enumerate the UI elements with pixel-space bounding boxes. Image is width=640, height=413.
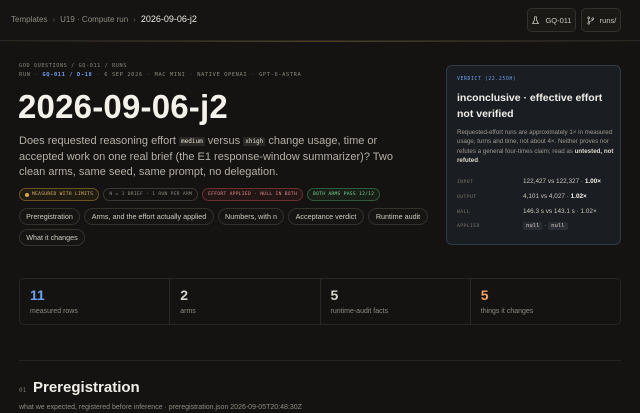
stat-measured-rows: 11 measured rows [20,279,171,324]
run-backend: NATIVE OPENAI [197,72,248,78]
nav-preregistration[interactable]: Preregistration [19,208,80,225]
stat-value: 11 [30,287,45,303]
stat-label: things it changes [480,308,534,315]
nav-numbers[interactable]: Numbers, with n [218,208,284,225]
status-dot-icon [25,192,29,197]
verdict-card: VERDICT (22.25OH) inconclusive · effecti… [446,65,621,245]
badge-sample-size: N = 1 BRIEF · 1 RUN PER ARM [103,188,199,201]
verdict-headline: inconclusive · effective effort not veri… [457,92,603,120]
run-model: GPT-6-ASTRA [259,72,302,78]
stat-arms: 2 arms [170,279,321,324]
badge-effort-applied: EFFORT APPLIED · NULL IN BOTH [202,188,304,201]
breadcrumb-section[interactable]: U19 · Compute run [60,15,128,24]
breadcrumb-templates[interactable]: Templates [11,15,47,24]
run-meta: RUN · GQ-011 / D-18 · 6 SEP 2026 · MAC MINI · NA… [19,72,302,78]
badge-measured: MEASURED WITH LIMITS [19,188,100,201]
section-divider [19,360,621,361]
section-title: Preregistration [33,379,140,396]
branch-icon [587,16,594,24]
verdict-row-input: INPUT 122,427 vs 122,327 · 1.00× [457,178,601,185]
summary-stats: 11 measured rows 2 arms 5 runtime-audit … [19,278,621,325]
section-number: 01 [19,387,27,394]
breadcrumb-separator: › [52,15,56,24]
page-title: 2026-09-06-j2 [18,88,228,125]
runs-label: runs/ [599,15,617,25]
stat-value: 2 [180,287,189,303]
verdict-body: Requested-effort runs are approximately … [457,129,614,165]
run-date: 6 SEP 2026 [104,72,143,78]
effort-medium-code: medium [179,137,205,146]
verdict-row-output: OUTPUT 4,101 vs 4,027 · 1.02× [457,193,587,200]
verdict-row-wall: WALL 146.3 s vs 143.1 s · 1.02× [457,208,597,215]
stat-value: 5 [330,287,339,303]
run-id: GQ-011 / D-18 [42,72,93,78]
nav-acceptance-verdict[interactable]: Acceptance verdict [288,208,364,225]
question-id-label: GQ-011 [545,15,572,25]
effort-xhigh-code: xhigh [243,137,266,146]
nav-arms[interactable]: Arms, and the effort actually applied [84,208,214,225]
runs-button[interactable]: runs/ [581,8,621,32]
flask-icon [532,15,540,24]
run-machine: MAC MINI [154,72,186,78]
top-bar: Templates › U19 · Compute run › 2026-09-06-j… [0,0,640,41]
stat-value: 5 [480,287,489,303]
status-badges: MEASURED WITH LIMITS N = 1 BRIEF · 1 RUN… [19,188,381,201]
page-description: Does requested reasoning effort medium v… [19,135,393,178]
verdict-tag: VERDICT (22.25OH) [457,77,517,82]
stat-things-changed: 5 things it changes [471,279,620,324]
breadcrumb: Templates › U19 · Compute run › 2026-09-06-j… [11,14,197,24]
run-label: RUN [19,72,31,78]
breadcrumb-current: 2026-09-06-j2 [140,14,197,24]
header-divider [0,41,640,42]
stat-label: measured rows [30,308,78,315]
question-id-button[interactable]: GQ-011 [527,8,576,32]
nav-what-it-changes[interactable]: What it changes [19,229,85,246]
badge-both-pass: BOTH ARMS PASS 12/12 [307,188,381,201]
verdict-row-applied: APPLIED null · null [457,222,612,234]
eyebrow-path: GOD QUESTIONS / GQ-011 / RUNS [19,63,127,69]
section-subtitle: what we expected, registered before infe… [19,404,302,411]
stat-label: arms [180,308,196,315]
stat-label: runtime-audit facts [330,308,389,315]
breadcrumb-separator: › [133,15,136,24]
stat-runtime-audit: 5 runtime-audit facts [321,279,471,324]
nav-runtime-audit[interactable]: Runtime audit [368,208,428,225]
